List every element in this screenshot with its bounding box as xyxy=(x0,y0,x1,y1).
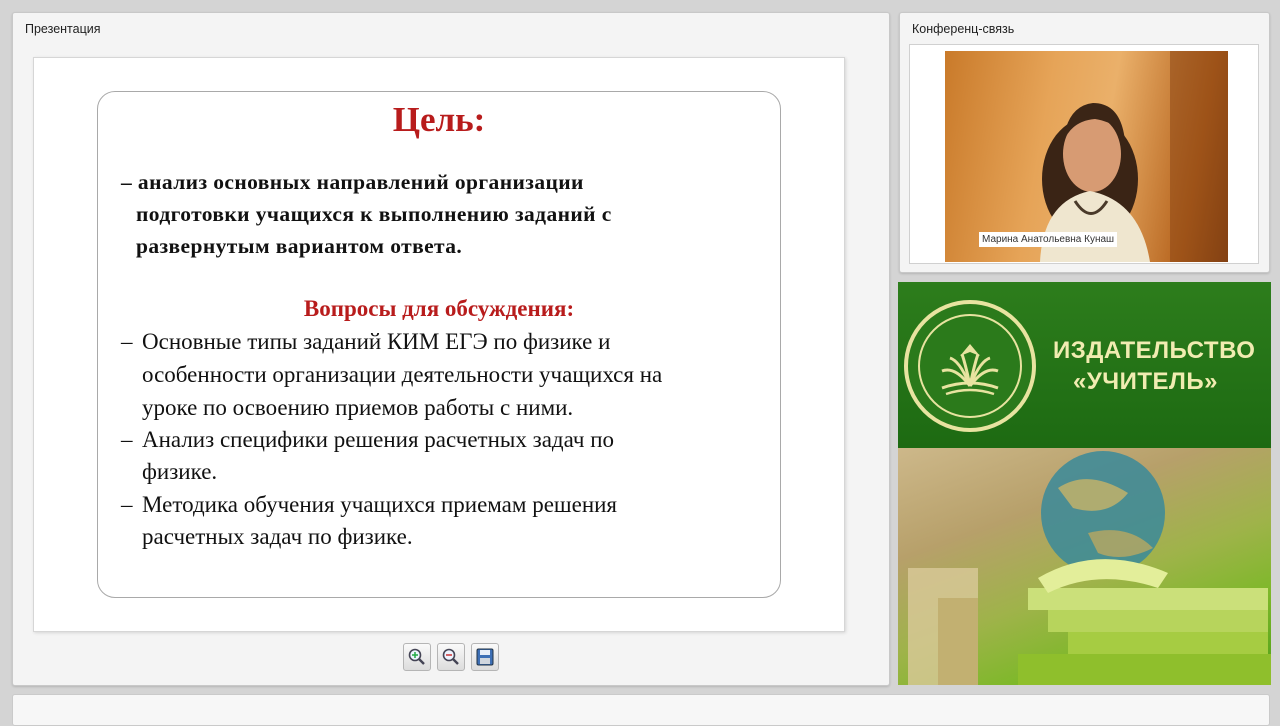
question-line: Основные типы заданий КИМ ЕГЭ по физике … xyxy=(142,329,611,354)
books-globe-illustration xyxy=(908,451,1271,685)
goal-line: развернутым вариантом ответа. xyxy=(136,234,463,258)
conference-panel-title: Конференц-связь xyxy=(912,22,1015,36)
question-line: уроке по освоению приемов работы с ними. xyxy=(142,395,574,420)
slide-toolbar xyxy=(403,643,513,671)
presentation-panel-title: Презентация xyxy=(25,22,101,36)
questions-title: Вопросы для обсуждения: xyxy=(303,296,575,321)
slide: Цель: – анализ основных направлений орга… xyxy=(33,57,845,632)
slide-frame: Цель: – анализ основных направлений орга… xyxy=(97,91,781,598)
book-logo-icon xyxy=(941,344,999,396)
bullet-dash: – xyxy=(121,492,133,517)
video-feed[interactable]: Марина Анатольевна Кунаш xyxy=(909,44,1259,264)
zoom-out-icon xyxy=(442,648,459,665)
question-line: физике. xyxy=(142,459,218,484)
question-line: особенности организации деятельности уча… xyxy=(142,362,663,387)
save-button[interactable] xyxy=(471,643,499,671)
question-line: Анализ специфики решения расчетных задач… xyxy=(142,427,615,452)
goal-line: подготовки учащихся к выполнению заданий… xyxy=(136,202,612,226)
bullet-dash: – xyxy=(121,427,133,452)
publisher-banner: ИЗДАТЕЛЬСТВО «УЧИТЕЛЬ» xyxy=(898,282,1271,685)
banner-image xyxy=(898,448,1271,685)
brand-name-quoted: «УЧИТЕЛЬ» xyxy=(1073,368,1218,395)
goal-line: – анализ основных направлений организаци… xyxy=(121,170,584,194)
speaker-name-label: Марина Анатольевна Кунаш xyxy=(979,232,1118,247)
floppy-disk-icon xyxy=(476,648,494,666)
speaker-silhouette xyxy=(1040,51,1228,262)
slide-title: Цель: xyxy=(392,100,486,139)
zoom-in-icon xyxy=(408,648,425,665)
bottom-panel xyxy=(12,694,1270,726)
brand-name: ИЗДАТЕЛЬСТВО xyxy=(1053,337,1256,364)
bullet-dash: – xyxy=(121,329,133,354)
publisher-logo xyxy=(904,300,1036,432)
zoom-out-button[interactable] xyxy=(437,643,465,671)
banner-header: ИЗДАТЕЛЬСТВО «УЧИТЕЛЬ» xyxy=(898,282,1271,448)
question-line: Методика обучения учащихся приемам решен… xyxy=(142,492,618,517)
speaker-video xyxy=(945,51,1228,262)
presentation-panel: Презентация Цель: – анализ основных напр… xyxy=(12,12,890,686)
conference-panel: Конференц-связь Марина Анатольевна Кунаш xyxy=(899,12,1270,273)
question-line: расчетных задач по физике. xyxy=(142,524,413,549)
zoom-in-button[interactable] xyxy=(403,643,431,671)
